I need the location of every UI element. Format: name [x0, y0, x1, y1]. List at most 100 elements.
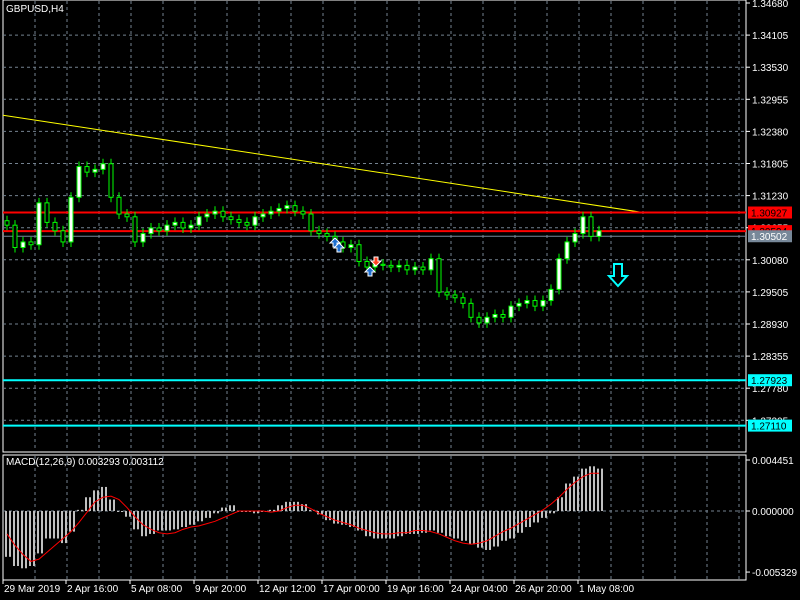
macd-axis-label: 0.004451: [752, 456, 794, 467]
candle: [420, 266, 426, 271]
macd-histogram-bar: [505, 511, 507, 541]
candle: [468, 302, 474, 318]
macd-histogram-bar: [121, 511, 123, 512]
macd-histogram-bar: [5, 511, 7, 557]
macd-histogram-bar: [509, 511, 511, 539]
y-axis-label: 1.29505: [752, 288, 789, 299]
macd-histogram-bar: [25, 511, 27, 569]
candle: [580, 216, 586, 235]
candle: [404, 264, 410, 271]
candle: [252, 216, 258, 226]
candle: [564, 241, 570, 260]
macd-histogram-bar: [161, 511, 163, 531]
macd-axis-label: 0.000000: [752, 507, 794, 518]
macd-histogram-bar: [597, 468, 599, 511]
candle: [156, 227, 162, 232]
candle: [500, 314, 506, 318]
macd-histogram-bar: [13, 511, 15, 566]
macd-histogram-bar: [117, 511, 119, 512]
candle: [324, 233, 330, 237]
y-axis-label: 1.28930: [752, 320, 789, 331]
candle: [68, 196, 74, 243]
macd-histogram-bar: [229, 505, 231, 511]
macd-histogram-bar: [513, 511, 515, 539]
chart-title: GBPUSD,H4: [6, 4, 64, 15]
macd-histogram-bar: [469, 511, 471, 545]
candle: [436, 258, 442, 293]
candle: [196, 216, 202, 226]
candle: [172, 221, 178, 226]
macd-histogram-bar: [601, 468, 603, 511]
macd-histogram-bar: [21, 511, 23, 569]
macd-histogram-bar: [541, 511, 543, 518]
candle: [28, 241, 34, 246]
candle: [388, 264, 394, 268]
macd-histogram-bar: [393, 511, 395, 539]
macd-histogram-bar: [445, 511, 447, 537]
macd-histogram-bar: [457, 511, 459, 539]
x-axis-label: 19 Apr 16:00: [387, 584, 444, 595]
y-axis-label: 1.33530: [752, 63, 789, 74]
macd-histogram-bar: [33, 511, 35, 566]
macd-histogram-bar: [309, 509, 311, 511]
candle: [556, 258, 562, 290]
x-axis-label: 17 Apr 00:00: [323, 584, 380, 595]
macd-histogram-bar: [581, 468, 583, 511]
macd-histogram-bar: [573, 476, 575, 511]
macd-histogram-bar: [421, 511, 423, 533]
macd-histogram-bar: [553, 511, 555, 514]
macd-histogram-bar: [149, 511, 151, 534]
macd-histogram-bar: [81, 509, 83, 511]
price-tag-label: 1.30927: [751, 209, 788, 220]
macd-histogram-bar: [561, 497, 563, 511]
candle: [572, 233, 578, 243]
candle: [452, 294, 458, 299]
macd-histogram-bar: [425, 511, 427, 533]
candle: [228, 216, 234, 221]
x-axis-label: 9 Apr 20:00: [195, 584, 247, 595]
candle: [524, 300, 530, 304]
candle: [588, 216, 594, 237]
candle: [444, 291, 450, 296]
macd-histogram-bar: [277, 505, 279, 511]
macd-histogram-bar: [429, 511, 431, 531]
candle: [260, 213, 266, 218]
macd-histogram-bar: [69, 511, 71, 532]
macd-histogram-bar: [405, 511, 407, 534]
macd-histogram-bar: [93, 490, 95, 511]
macd-histogram-bar: [461, 511, 463, 541]
macd-histogram-bar: [233, 505, 235, 511]
price-tag-label: 1.27110: [751, 422, 787, 433]
macd-histogram-bar: [209, 511, 211, 518]
candle: [180, 221, 186, 229]
macd-histogram-bar: [373, 511, 375, 539]
candle: [284, 205, 290, 209]
y-axis-label: 1.34680: [752, 0, 789, 10]
macd-histogram-bar: [477, 511, 479, 548]
x-axis-label: 24 Apr 04:00: [451, 584, 508, 595]
macd-histogram-bar: [565, 483, 567, 511]
candle: [316, 230, 322, 235]
macd-histogram-bar: [369, 511, 371, 537]
candle: [268, 210, 274, 215]
macd-histogram-bar: [273, 509, 275, 511]
macd-histogram-bar: [473, 511, 475, 545]
candle: [4, 220, 10, 226]
candle: [132, 216, 138, 243]
macd-histogram-bar: [449, 511, 451, 537]
macd-histogram-bar: [101, 486, 103, 511]
candle: [348, 244, 354, 249]
macd-histogram-bar: [297, 501, 299, 511]
candle: [100, 163, 106, 170]
candle: [108, 163, 114, 198]
macd-histogram-bar: [145, 511, 147, 537]
x-axis-label: 5 Apr 08:00: [131, 584, 183, 595]
chart-canvas[interactable]: 29 Mar 2019 2 Apr 16:00 5 Apr 08:00 9 Apr 2…: [0, 0, 800, 600]
macd-histogram-bar: [441, 511, 443, 533]
macd-histogram-bar: [485, 511, 487, 550]
macd-histogram-bar: [29, 511, 31, 566]
y-axis-label: 1.32380: [752, 127, 789, 138]
macd-histogram-bar: [201, 511, 203, 522]
macd-histogram-bar: [501, 511, 503, 541]
macd-histogram-bar: [177, 511, 179, 530]
